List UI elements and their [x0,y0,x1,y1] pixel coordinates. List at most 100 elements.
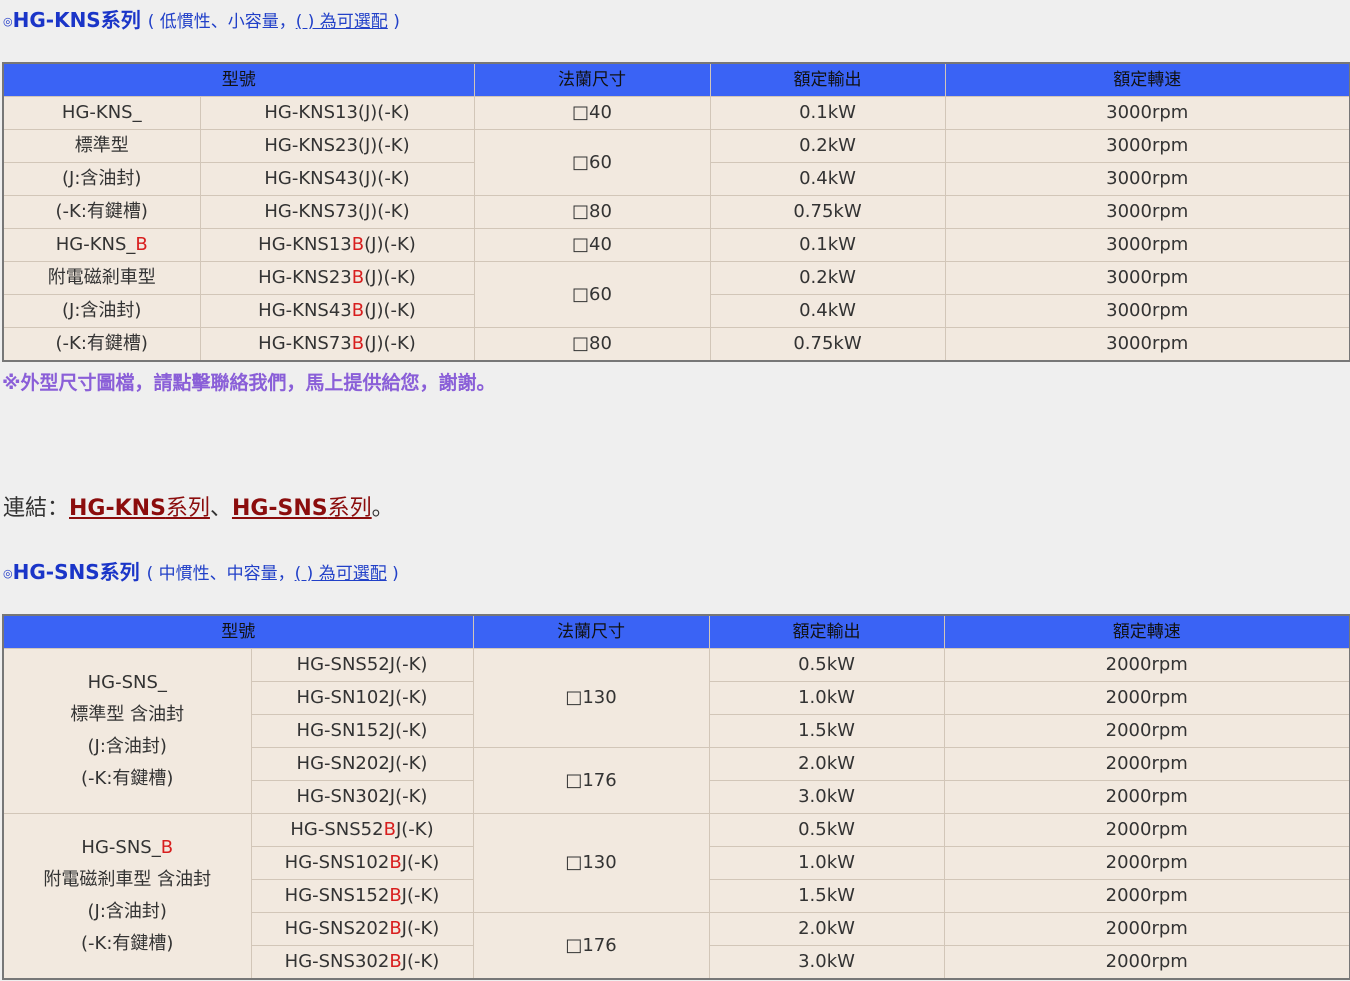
group-label-line: 附電磁剎車型 含油封 [43,869,212,890]
output-cell: 1.5kW [708,879,945,913]
group-label-line: 附電磁剎車型 [2,261,201,295]
kns-link-rest: 系列 [165,496,210,521]
model-cell: HG-SNS302BJ(-K) [250,945,474,980]
model-pre: HG-SNS202 [284,918,390,939]
speed-cell: 3000rpm [944,129,1350,163]
model-cell: HG-KNS23B(J)(-K) [199,261,475,295]
model-brake: B [383,819,396,840]
kns-subtitle-text: ( 低慣性、小容量， [147,12,296,32]
links-separator: 、 [209,496,232,521]
model-cell: HG-SN102J(-K) [250,681,474,715]
header-model: 型號 [2,62,475,97]
output-cell: 0.2kW [709,129,946,163]
model-post: (J)(-K) [364,267,416,288]
model-pre: HG-SNS152 [284,885,390,906]
optional-link[interactable]: ( ) 為可選配 [295,564,387,584]
output-cell: 0.4kW [709,294,946,328]
links-prefix: 連結： [3,496,70,521]
series-links: 連結：HG-KNS系列、HG-SNS系列。 [3,490,394,522]
speed-cell: 2000rpm [943,945,1350,980]
model-cell: HG-KNS13(J)(-K) [199,96,475,130]
speed-cell: 3000rpm [944,96,1350,130]
model-post: J(-K) [401,951,440,972]
flange-cell: □80 [473,195,711,229]
output-cell: 0.5kW [708,648,945,682]
model-post: (J)(-K) [364,333,416,354]
model-cell: HG-KNS23(J)(-K) [199,129,475,163]
model-brake: B [351,234,365,255]
group-label-line: HG-KNS_B [2,228,201,262]
table-row: HG-KNS_ HG-KNS13(J)(-K) □40 0.1kW 3000rp… [2,96,1350,130]
model-post: (J)(-K) [364,234,416,255]
flange-cell: □60 [473,129,711,196]
header-output: 額定輸出 [708,614,945,649]
group-label-line: (-K:有鍵槽) [2,327,201,362]
model-post: J(-K) [395,819,434,840]
kns-subtitle-end: ) [387,12,400,32]
speed-cell: 3000rpm [944,195,1350,229]
model-pre: HG-SNS302 [284,951,390,972]
group-label-text: HG-SNS_ [81,837,161,858]
output-cell: 0.2kW [709,261,946,295]
speed-cell: 2000rpm [943,879,1350,913]
table-row: HG-SNS_B 附電磁剎車型 含油封 (J:含油封) (-K:有鍵槽) HG-… [2,813,1350,980]
output-cell: 1.5kW [708,714,945,748]
brake-suffix: B [135,234,148,255]
output-cell: 0.5kW [708,813,945,847]
header-speed: 額定轉速 [943,614,1350,649]
speed-cell: 3000rpm [944,327,1350,362]
model-post: J(-K) [401,918,440,939]
group-label-line: HG-SNS_ [87,672,167,693]
model-pre: HG-KNS43 [258,300,352,321]
model-pre: HG-KNS73 [258,333,352,354]
group-label-line: 標準型 含油封 [70,704,185,725]
group-label-line: (-K:有鍵槽) [81,768,174,789]
model-brake: B [389,885,402,906]
sns-link-bold: HG-SNS [231,496,328,521]
output-cell: 0.75kW [709,327,946,362]
table-header-row: 型號 法蘭尺寸 額定輸出 額定轉速 [2,614,1350,649]
bullet-icon: ◎ [3,567,13,580]
model-post: J(-K) [401,852,440,873]
group-label-line: (J:含油封) [2,294,201,328]
speed-cell: 2000rpm [943,912,1350,946]
group-label-line: (J:含油封) [87,901,167,922]
sns-link-rest: 系列 [327,496,372,521]
sns-series-link[interactable]: HG-SNS系列 [232,496,372,521]
kns-title: HG-KNS系列 [12,8,141,32]
table-row: (-K:有鍵槽) HG-KNS73(J)(-K) □80 0.75kW 3000… [2,195,1350,229]
group-label-line: HG-SNS_B [4,832,250,864]
optional-link[interactable]: ( ) 為可選配 [296,12,388,32]
model-post: (J)(-K) [364,300,416,321]
group-label-line: (J:含油封) [87,736,167,757]
speed-cell: 3000rpm [944,294,1350,328]
sns-subtitle-text: ( 中慣性、中容量， [146,564,295,584]
kns-spec-table: 型號 法蘭尺寸 額定輸出 額定轉速 HG-KNS_ HG-KNS13(J)(-K… [2,62,1350,362]
model-pre: HG-KNS23 [258,267,352,288]
model-cell: HG-SNS52BJ(-K) [250,813,474,847]
table-row: 標準型 HG-KNS23(J)(-K) □60 0.2kW 3000rpm [2,129,1350,196]
group-label-line: (-K:有鍵槽) [81,933,174,954]
table-header-row: 型號 法蘭尺寸 額定輸出 額定轉速 [2,62,1350,97]
speed-cell: 3000rpm [944,261,1350,295]
table-row: (-K:有鍵槽) HG-KNS73B(J)(-K) □80 0.75kW 300… [2,327,1350,362]
header-speed: 額定轉速 [944,62,1350,97]
sns-spec-table: 型號 法蘭尺寸 額定輸出 額定轉速 HG-SNS_ 標準型 含油封 (J:含油封… [2,614,1350,980]
flange-cell: □60 [473,261,711,328]
group-label-line: (-K:有鍵槽) [2,195,201,229]
model-brake: B [351,267,365,288]
output-cell: 3.0kW [708,780,945,814]
flange-cell: □130 [472,648,710,748]
kns-series-link[interactable]: HG-KNS系列 [69,496,210,521]
kns-subtitle: ( 低慣性、小容量，( ) 為可選配 ) [148,12,400,32]
model-cell: HG-SNS152BJ(-K) [250,879,474,913]
output-cell: 3.0kW [708,945,945,980]
output-cell: 1.0kW [708,681,945,715]
flange-cell: □176 [472,747,710,814]
group-label-brake: HG-SNS_B 附電磁剎車型 含油封 (J:含油封) (-K:有鍵槽) [2,813,252,980]
links-suffix: 。 [371,496,394,521]
output-cell: 0.1kW [709,228,946,262]
header-flange: 法蘭尺寸 [473,62,711,97]
model-cell: HG-SN202J(-K) [250,747,474,781]
model-cell: HG-KNS73(J)(-K) [199,195,475,229]
